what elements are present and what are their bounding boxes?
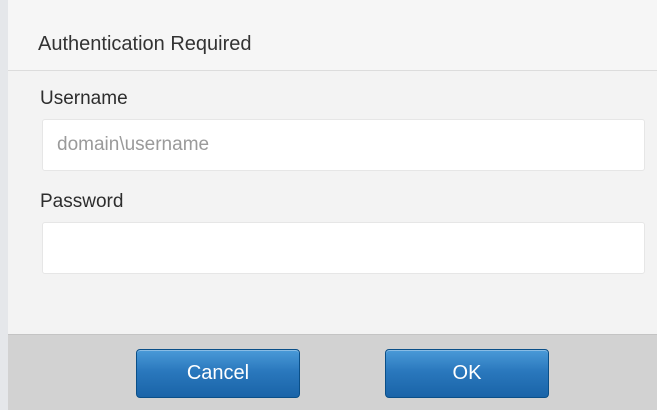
username-input[interactable]	[42, 119, 645, 171]
dialog-body: Username Password	[8, 71, 657, 334]
username-label: Username	[40, 88, 128, 109]
dialog-title-bar: Authentication Required	[8, 0, 657, 71]
authentication-dialog: Authentication Required Username Passwor…	[0, 0, 657, 410]
password-label: Password	[40, 191, 124, 212]
password-input[interactable]	[42, 222, 645, 274]
dialog-button-bar: Cancel OK	[8, 334, 657, 410]
dialog-title: Authentication Required	[38, 33, 252, 55]
ok-button[interactable]: OK	[385, 349, 549, 398]
cancel-button[interactable]: Cancel	[136, 349, 300, 398]
